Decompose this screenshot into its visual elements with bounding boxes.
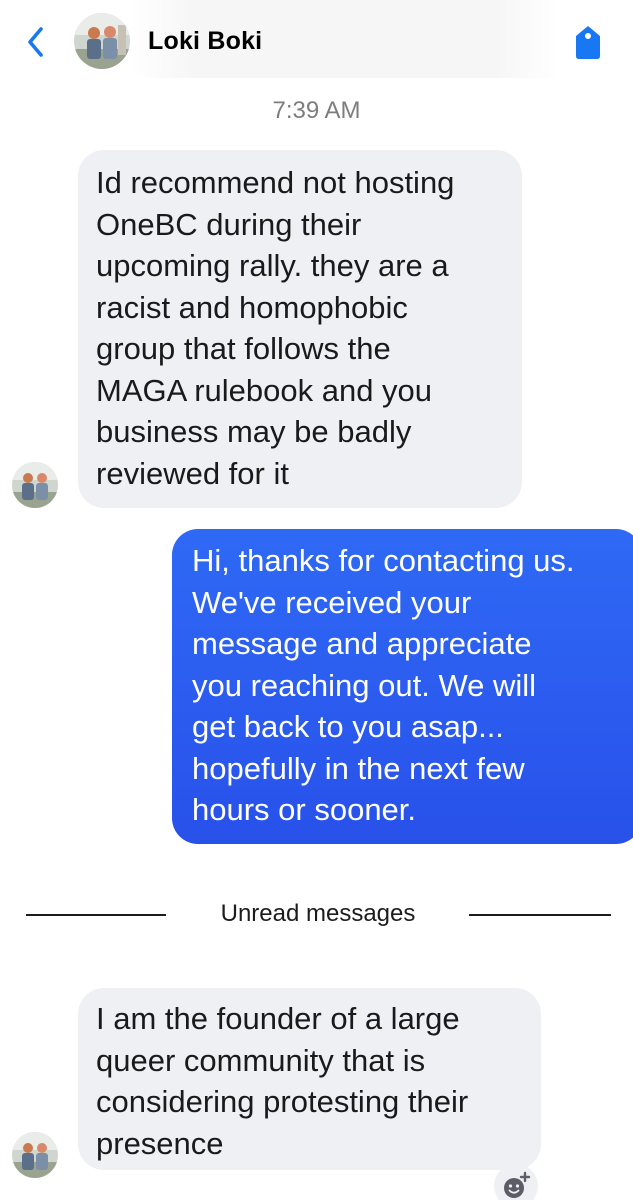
incoming-message-bubble[interactable]: I am the founder of a large queer commun… — [78, 988, 541, 1170]
contact-name[interactable]: Loki Boki — [148, 27, 262, 56]
back-button[interactable] — [18, 22, 54, 62]
outgoing-message-bubble[interactable]: Hi, thanks for contacting us. We've rece… — [172, 529, 633, 844]
message-timestamp: 7:39 AM — [272, 97, 361, 124]
incoming-message-bubble[interactable]: Id recommend not hosting OneBC during th… — [78, 150, 522, 508]
sender-avatar[interactable] — [12, 1132, 58, 1178]
contact-avatar[interactable] — [74, 13, 130, 69]
add-reaction-icon — [504, 1171, 531, 1198]
add-reaction-button[interactable] — [494, 1164, 538, 1200]
tag-icon — [576, 26, 600, 59]
chevron-left-icon — [28, 27, 43, 57]
tag-button[interactable] — [568, 22, 608, 62]
messenger-conversation-screen: Loki Boki 7:39 AM Id recommend not hosti… — [0, 0, 633, 1200]
divider-line-right — [469, 914, 611, 916]
unread-messages-divider: Unread messages — [220, 900, 416, 927]
divider-line-left — [26, 914, 166, 916]
conversation-header: Loki Boki — [0, 0, 633, 82]
sender-avatar[interactable] — [12, 462, 58, 508]
